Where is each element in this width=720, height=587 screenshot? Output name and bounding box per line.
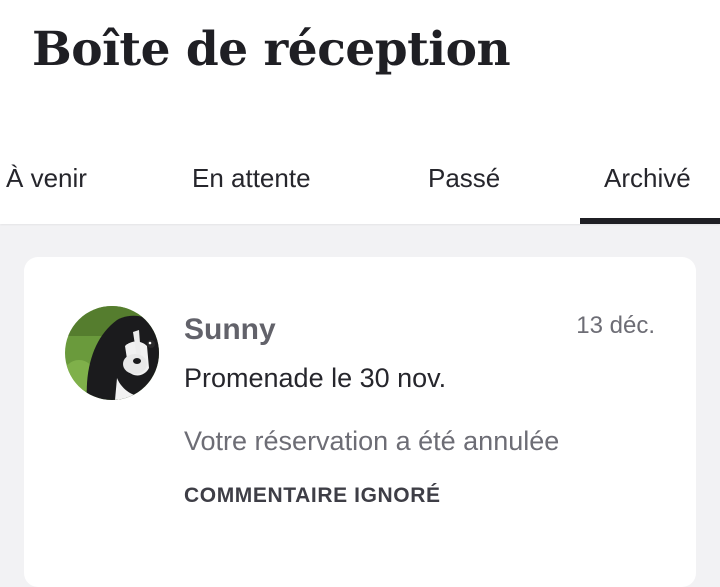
conversation-card[interactable]: Sunny 13 déc. Promenade le 30 nov. Votre… <box>24 257 696 587</box>
message-preview: Votre réservation a été annulée <box>184 426 560 456</box>
tab-past[interactable]: Passé <box>410 150 520 224</box>
tab-archived[interactable]: Archivé <box>580 150 720 224</box>
service-summary: Promenade le 30 nov. <box>184 363 447 393</box>
tab-archived-label: Archivé <box>604 163 691 193</box>
dog-photo-icon <box>65 306 159 400</box>
status-label: COMMENTAIRE IGNORÉ <box>184 484 441 507</box>
message-date: 13 déc. <box>576 312 655 339</box>
page-title: Boîte de réception <box>32 22 511 77</box>
sender-name: Sunny <box>184 313 276 346</box>
tab-pending-label: En attente <box>192 163 311 193</box>
tab-past-label: Passé <box>428 163 501 193</box>
avatar[interactable] <box>65 306 159 400</box>
inbox-tabs: À venir En attente Passé Archivé <box>0 150 720 224</box>
app-header: Boîte de réception À venir En attente Pa… <box>0 0 720 224</box>
active-tab-indicator <box>580 218 720 224</box>
tab-upcoming[interactable]: À venir <box>0 150 120 224</box>
tab-pending[interactable]: En attente <box>180 150 330 224</box>
tab-upcoming-label: À venir <box>6 163 87 193</box>
